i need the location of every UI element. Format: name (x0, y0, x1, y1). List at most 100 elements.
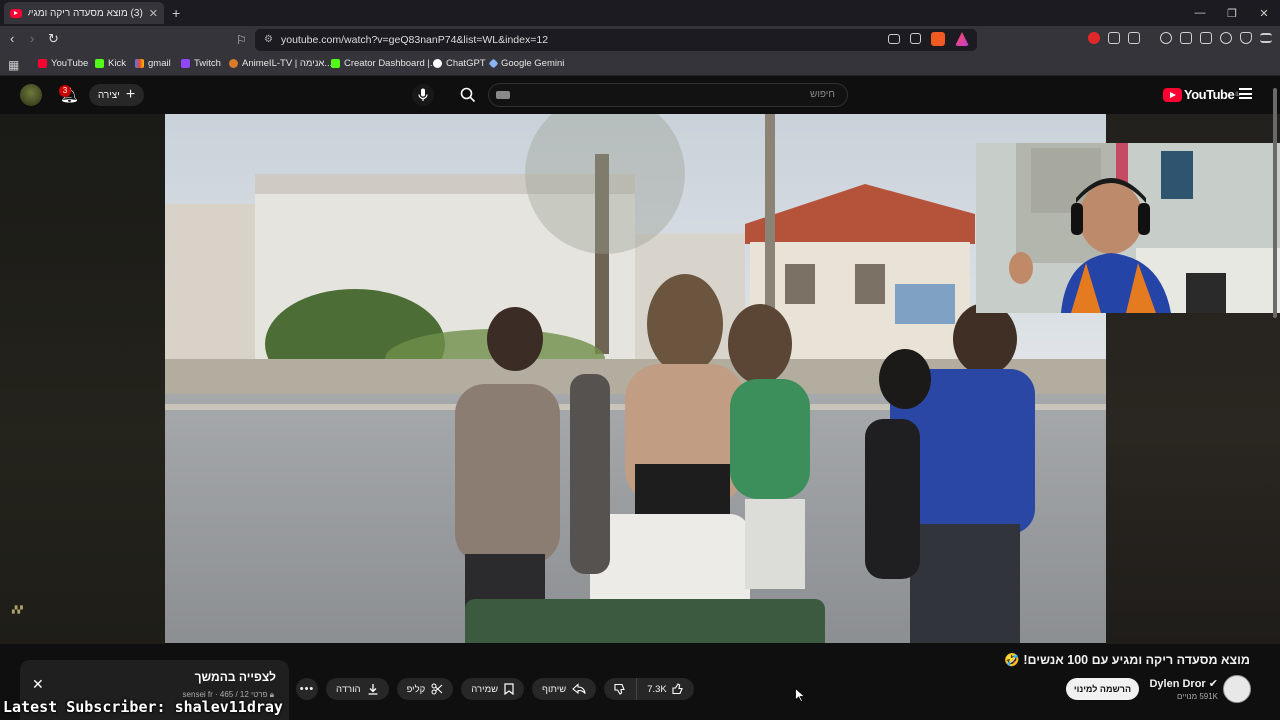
gemini-bookmark-icon (488, 58, 499, 69)
mouse-cursor-icon (795, 688, 805, 702)
close-playlist-icon[interactable]: ✕ (32, 676, 44, 693)
voice-search-button[interactable] (412, 84, 434, 106)
bookmark-label: Creator Dashboard |... (344, 58, 438, 69)
channel-info: Dylen Dror ✔ 591K מנויים (1149, 677, 1218, 701)
gmail-bookmark-icon (135, 59, 144, 68)
subscribe-button[interactable]: הרשמה למינוי (1066, 678, 1139, 700)
video-player[interactable] (165, 114, 1106, 643)
person-left-blurred (570, 374, 610, 574)
bookmark-label: AnimeIL-TV | אנימה... (242, 58, 333, 69)
vpn-shield-icon[interactable] (1240, 32, 1252, 44)
share-page-icon[interactable] (910, 33, 921, 44)
media-music-icon[interactable] (1160, 32, 1172, 44)
bookmark-animeil[interactable]: AnimeIL-TV | אנימה... (229, 58, 332, 69)
bookmark-kick[interactable]: Kick (95, 58, 126, 69)
kick-bookmark-icon (95, 59, 104, 68)
video-actions: ••• הורדה קליפ שמירה שיתוף 7.3K (296, 678, 694, 702)
back-icon[interactable]: ‹ (10, 31, 14, 46)
bookmark-label: Twitch (194, 58, 221, 69)
brave-rewards-icon[interactable] (955, 32, 969, 46)
save-label: שמירה (471, 683, 499, 695)
bookmark-label: YouTube (51, 58, 89, 69)
share-label: שיתוף (542, 683, 567, 695)
bookmark-youtube[interactable]: YouTube (38, 58, 88, 69)
url-text: youtube.com/watch?v=geQ83nanP74&list=WL&… (281, 34, 549, 46)
channel-watermark-icon: ▞▞ (12, 607, 23, 614)
download-button[interactable]: הורדה (326, 678, 389, 700)
download-icon (368, 684, 378, 695)
forward-icon[interactable]: › (30, 31, 34, 46)
kick-bookmark-icon (331, 59, 340, 68)
address-bar-icons (888, 32, 969, 46)
channel-name-row[interactable]: Dylen Dror ✔ (1149, 677, 1218, 690)
close-window-icon[interactable]: ✕ (1248, 0, 1280, 26)
youtube-favicon-icon (10, 8, 22, 18)
playlist-title[interactable]: לצפייה בהמשך (195, 670, 276, 684)
plus-icon: + (125, 86, 136, 103)
bookmark-chatgpt[interactable]: ChatGPT (433, 58, 486, 69)
close-tab-icon[interactable]: ✕ (149, 7, 158, 20)
window-controls: — ❐ ✕ (1184, 0, 1280, 26)
new-tab-icon[interactable]: + (172, 5, 180, 21)
guide-menu-icon[interactable] (1239, 88, 1252, 99)
bookmark-gmail[interactable]: gmail (135, 58, 171, 69)
download-label: הורדה (336, 683, 361, 695)
bookmark-gemini[interactable]: Google Gemini (488, 58, 565, 69)
wallet-icon[interactable] (1200, 32, 1212, 44)
more-actions-button[interactable]: ••• (296, 678, 318, 700)
scissors-icon (431, 683, 443, 695)
bookmark-creator-dashboard[interactable]: Creator Dashboard |... (331, 58, 438, 69)
keyboard-icon[interactable] (496, 91, 510, 99)
channel-avatar[interactable] (1223, 675, 1251, 703)
create-button[interactable]: יצירה + (89, 84, 144, 106)
toolbar-separator (1148, 32, 1152, 44)
like-button[interactable]: 7.3K (636, 678, 694, 700)
subscriber-count: 591K מנויים (1176, 692, 1218, 701)
scrollbar-thumb[interactable] (1273, 88, 1277, 318)
search-icon (460, 87, 476, 103)
minimize-icon[interactable]: — (1184, 0, 1216, 26)
youtube-logo[interactable]: YouTube IL (1163, 87, 1240, 102)
browser-tab-bar: (3) מוצא מסעדה ריקה ומגיע עם 1 ✕ + — ❐ ✕ (0, 0, 1280, 26)
leo-ai-icon[interactable] (1220, 32, 1232, 44)
bookmarks-bar: ▦ YouTube Kick gmail Twitch AnimeIL-TV |… (0, 54, 1280, 76)
stream-latest-subscriber-overlay: Latest Subscriber: shalev11dray (3, 698, 283, 716)
extensions-puzzle-icon[interactable] (1108, 32, 1120, 44)
reload-icon[interactable]: ↻ (48, 31, 59, 47)
cast-icon[interactable] (888, 34, 900, 44)
browser-toolbar: ‹ › ↻ ⚐ ⚙ youtube.com/watch?v=geQ83nanP7… (0, 26, 1280, 54)
bookmark-page-icon[interactable]: ⚐ (236, 33, 247, 47)
logo-wordmark: YouTube (1184, 87, 1235, 102)
bookmark-save-icon (504, 683, 514, 695)
browser-menu-icon[interactable] (1260, 33, 1272, 43)
apps-grid-icon[interactable]: ▦ (8, 58, 19, 72)
account-avatar[interactable] (20, 84, 42, 106)
save-button[interactable]: שמירה (461, 678, 525, 700)
clip-button[interactable]: קליפ (396, 678, 454, 700)
video-title: מוצא מסעדה ריקה ומגיע עם 100 אנשים! 🤣 (1004, 653, 1250, 667)
browser-tab-active[interactable]: (3) מוצא מסעדה ריקה ומגיע עם 1 ✕ (4, 2, 164, 24)
thumbs-down-icon (614, 683, 626, 695)
bookmark-label: Google Gemini (501, 58, 565, 69)
address-bar[interactable]: ⚙ youtube.com/watch?v=geQ83nanP74&list=W… (255, 29, 977, 51)
search-input[interactable]: חיפוש (488, 83, 848, 107)
search-button[interactable] (448, 84, 488, 106)
channel-name: Dylen Dror (1149, 678, 1206, 690)
bookmark-label: ChatGPT (446, 58, 486, 69)
more-icon: ••• (299, 683, 315, 695)
restore-icon[interactable]: ❐ (1216, 0, 1248, 26)
bookmark-twitch[interactable]: Twitch (181, 58, 221, 69)
notification-badge: 3 (59, 85, 71, 97)
like-count: 7.3K (647, 683, 667, 695)
animeil-bookmark-icon (229, 59, 238, 68)
tab-title: (3) מוצא מסעדה ריקה ומגיע עם 1 (28, 7, 143, 19)
dislike-button[interactable] (604, 678, 636, 700)
extension-red-icon[interactable] (1088, 32, 1100, 44)
bookmark-label: Kick (108, 58, 126, 69)
site-info-icon[interactable]: ⚙ (264, 34, 273, 45)
extension-icons (1088, 32, 1272, 44)
sidebar-icon[interactable] (1180, 32, 1192, 44)
extension-box-icon[interactable] (1128, 32, 1140, 44)
share-button[interactable]: שיתוף (532, 678, 597, 700)
brave-shield-icon[interactable] (931, 32, 945, 46)
